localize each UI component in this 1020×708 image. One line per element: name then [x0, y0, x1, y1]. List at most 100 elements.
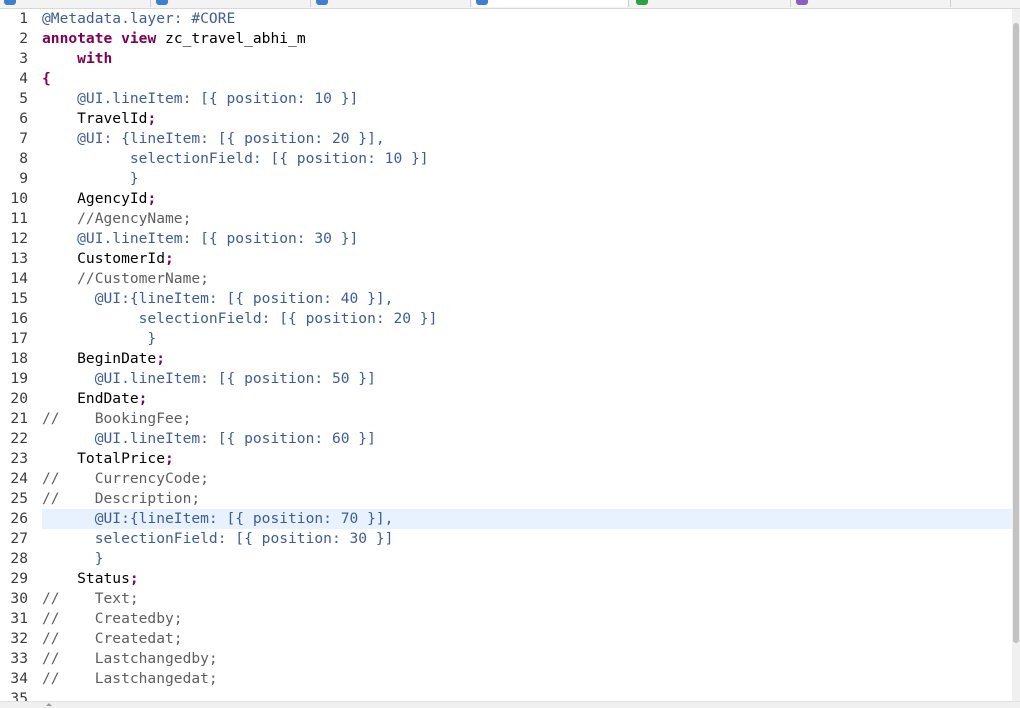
line-number: 33 [10, 650, 28, 667]
tab-3[interactable] [312, 0, 471, 7]
code-line[interactable]: 9 } [0, 169, 1012, 189]
vertical-scrollbar[interactable] [1012, 9, 1020, 701]
line-number: 21 [10, 410, 28, 427]
line-number: 13 [10, 250, 28, 267]
code-line[interactable]: 35 [0, 689, 1012, 701]
line-number: 22 [10, 430, 28, 447]
code-text: // Description; [42, 489, 200, 509]
code-token: @UI:{lineItem: [{ position: 70 }], [42, 510, 394, 527]
code-line[interactable]: 17 } [0, 329, 1012, 349]
code-token: @UI.lineItem: [{ position: 10 }] [42, 90, 359, 107]
code-text: @UI.lineItem: [{ position: 60 }] [42, 429, 376, 449]
code-line[interactable]: 12 @UI.lineItem: [{ position: 30 }] [0, 229, 1012, 249]
code-line[interactable]: 20 EndDate; [0, 389, 1012, 409]
tab-6[interactable] [792, 0, 951, 7]
horizontal-scrollbar[interactable] [0, 701, 1020, 708]
behavior-definition-icon [636, 0, 648, 5]
code-text: @UI.lineItem: [{ position: 10 }] [42, 89, 358, 109]
code-token: } [42, 550, 104, 567]
code-line[interactable]: 3 with [0, 49, 1012, 69]
code-line[interactable]: 19 @UI.lineItem: [{ position: 50 }] [0, 369, 1012, 389]
code-text: // Lastchangedby; [42, 649, 218, 669]
code-token: CustomerId [42, 250, 166, 267]
tab-4[interactable] [472, 0, 629, 7]
code-line[interactable]: 34 // Lastchangedat; [0, 669, 1012, 689]
code-line[interactable]: 30 // Text; [0, 589, 1012, 609]
line-number: 25 [10, 490, 28, 507]
line-number: 14 [10, 270, 28, 287]
code-line[interactable]: 33 // Lastchangedby; [0, 649, 1012, 669]
vertical-scrollbar-thumb[interactable] [1013, 23, 1019, 643]
code-line[interactable]: 5 @UI.lineItem: [{ position: 10 }] [0, 89, 1012, 109]
code-line[interactable]: 22 @UI.lineItem: [{ position: 60 }] [0, 429, 1012, 449]
code-text: Status; [42, 569, 139, 589]
abap-cds-icon [156, 0, 168, 5]
tab-1[interactable] [0, 0, 151, 7]
code-token: selectionField: [{ position: 20 }] [42, 310, 438, 327]
tab-2[interactable] [152, 0, 311, 7]
code-token: // BookingFee; [42, 410, 192, 427]
code-text: BeginDate; [42, 349, 165, 369]
code-line[interactable]: 25 // Description; [0, 489, 1012, 509]
line-number: 3 [19, 50, 28, 67]
code-token: { [42, 70, 51, 87]
code-line[interactable]: 32 // Createdat; [0, 629, 1012, 649]
line-number: 35 [10, 690, 28, 701]
line-number: 31 [10, 610, 28, 627]
code-text: @UI.lineItem: [{ position: 50 }] [42, 369, 376, 389]
code-token: Status [42, 570, 130, 587]
code-text: TotalPrice; [42, 449, 174, 469]
code-token: selectionField: [{ position: 30 }] [42, 530, 394, 547]
metadata-extension-icon [796, 0, 808, 5]
code-line[interactable]: 26 @UI:{lineItem: [{ position: 70 }], [0, 509, 1012, 529]
code-token: ; [165, 450, 174, 467]
code-line[interactable]: 7 @UI: {lineItem: [{ position: 20 }], [0, 129, 1012, 149]
code-line[interactable]: 15 @UI:{lineItem: [{ position: 40 }], [0, 289, 1012, 309]
code-text: annotate view zc_travel_abhi_m [42, 29, 306, 49]
code-line[interactable]: 27 selectionField: [{ position: 30 }] [0, 529, 1012, 549]
code-text: selectionField: [{ position: 20 }] [42, 309, 438, 329]
code-line[interactable]: 31 // Createdby; [0, 609, 1012, 629]
scroll-arrow-icon[interactable] [46, 703, 52, 706]
code-token: @Metadata.layer: #CORE [42, 10, 236, 27]
code-line[interactable]: 8 selectionField: [{ position: 10 }] [0, 149, 1012, 169]
code-text: selectionField: [{ position: 30 }] [42, 529, 394, 549]
code-text: //AgencyName; [42, 209, 191, 229]
code-line[interactable]: 14 //CustomerName; [0, 269, 1012, 289]
code-token: annotate [42, 30, 113, 47]
code-text: // Lastchangedat; [42, 669, 218, 689]
code-text: } [42, 169, 139, 189]
code-line[interactable]: 28 } [0, 549, 1012, 569]
line-number: 20 [10, 390, 28, 407]
code-token: // Createdby; [42, 610, 183, 627]
code-line[interactable]: 23 TotalPrice; [0, 449, 1012, 469]
code-line[interactable]: 29 Status; [0, 569, 1012, 589]
line-number: 16 [10, 310, 28, 327]
code-text: AgencyId; [42, 189, 156, 209]
abap-cds-icon [476, 0, 488, 5]
code-token: // Lastchangedby; [42, 650, 218, 667]
code-line[interactable]: 6 TravelId; [0, 109, 1012, 129]
code-line[interactable]: 11 //AgencyName; [0, 209, 1012, 229]
code-token: ; [147, 110, 157, 127]
code-line[interactable]: 24 // CurrencyCode; [0, 469, 1012, 489]
code-text: // Createdby; [42, 609, 183, 629]
code-text: @UI: {lineItem: [{ position: 20 }], [42, 129, 385, 149]
code-line[interactable]: 2 annotate view zc_travel_abhi_m [0, 29, 1012, 49]
code-editor[interactable]: 1 @Metadata.layer: #CORE 2 annotate view zc… [0, 9, 1012, 701]
code-line[interactable]: 4{ [0, 69, 1012, 89]
code-text: // Text; [42, 589, 139, 609]
code-line[interactable]: 10 AgencyId; [0, 189, 1012, 209]
code-line[interactable]: 21 // BookingFee; [0, 409, 1012, 429]
line-number: 26 [10, 510, 28, 527]
editor-tab-strip [0, 0, 1020, 9]
code-token: view [121, 30, 157, 47]
code-token: ; [165, 250, 174, 267]
code-line[interactable]: 18 BeginDate; [0, 349, 1012, 369]
code-line[interactable]: 13 CustomerId; [0, 249, 1012, 269]
tab-5[interactable] [632, 0, 791, 7]
code-line[interactable]: 16 selectionField: [{ position: 20 }] [0, 309, 1012, 329]
code-line[interactable]: 1 @Metadata.layer: #CORE [0, 9, 1012, 29]
line-number: 7 [19, 130, 28, 147]
